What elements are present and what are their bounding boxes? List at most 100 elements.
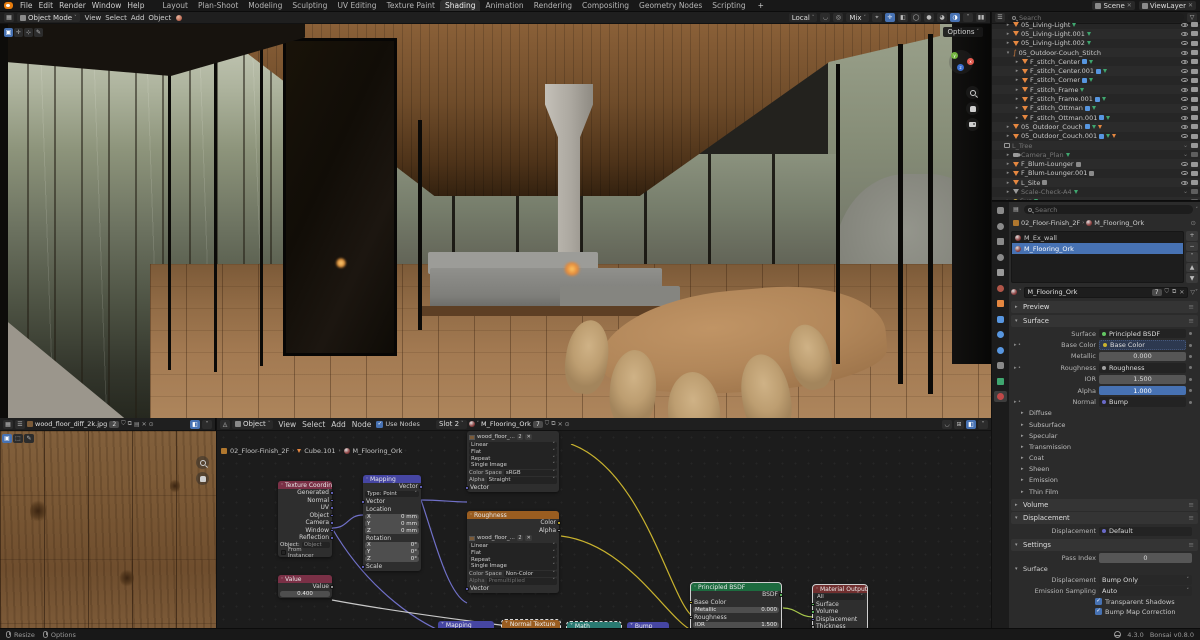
node-header[interactable]: Principled BSDF [691, 583, 781, 591]
viewport-render[interactable]: ▣ ✛ ⊹ ✎ Options˅ x y z [0, 24, 991, 418]
workspace-tab-geometry-nodes[interactable]: Geometry Nodes [634, 0, 707, 11]
unlink-icon[interactable]: ✕ [525, 434, 532, 440]
panel-settings[interactable]: ▾Settings≡ [1011, 539, 1198, 551]
disable-render-icon[interactable] [1191, 87, 1198, 92]
socket-input[interactable] [465, 587, 468, 590]
workspace-tab-texture-paint[interactable]: Texture Paint [382, 0, 440, 11]
animate-dot[interactable] [1189, 389, 1192, 392]
socket-output[interactable] [419, 485, 422, 488]
section-specular[interactable]: ▸Specular [1011, 430, 1198, 441]
properties-tab-constraints[interactable] [994, 360, 1007, 371]
viewport-options-button[interactable]: Options˅ [943, 27, 983, 37]
hide-viewport-icon[interactable] [1181, 116, 1188, 120]
node-stub-mapping[interactable]: ˅ Mapping [438, 621, 494, 628]
node-dropdown[interactable]: Straight˅ [487, 477, 557, 483]
shader-menu-select[interactable]: Select [299, 420, 328, 429]
node-dropdown[interactable]: Repeat˅ [469, 455, 557, 461]
unlink-icon[interactable]: ✕ [558, 421, 563, 428]
hide-viewport-icon[interactable]: ⌄ [1183, 199, 1188, 201]
hide-viewport-icon[interactable] [1181, 69, 1188, 73]
menu-file[interactable]: File [17, 1, 36, 10]
hide-viewport-icon[interactable] [1181, 97, 1188, 101]
hide-viewport-icon[interactable] [1181, 23, 1188, 27]
node-dropdown[interactable]: Flat˅ [469, 448, 557, 454]
disable-render-icon[interactable] [1191, 115, 1198, 120]
outliner-row[interactable]: ▸F_Blum-Lounger [992, 159, 1200, 168]
fake-user-icon[interactable]: ⛉ [1165, 288, 1170, 296]
disable-render-icon[interactable] [1191, 189, 1198, 194]
section-coat[interactable]: ▸Coat [1011, 452, 1198, 463]
disable-render-icon[interactable] [1191, 78, 1198, 83]
node-link-field[interactable]: Principled BSDF [1099, 329, 1186, 339]
expander-icon[interactable]: ▸ [1005, 198, 1011, 201]
node-number-field[interactable]: IOR1.500 [693, 622, 779, 628]
hide-viewport-icon[interactable] [1181, 78, 1188, 82]
socket-input[interactable] [361, 565, 364, 568]
animate-dot[interactable] [1189, 332, 1192, 335]
shader-menu-add[interactable]: Add [328, 420, 349, 429]
disable-render-icon[interactable] [1191, 162, 1198, 167]
socket-output[interactable] [330, 506, 333, 509]
section-sheen[interactable]: ▸Sheen [1011, 464, 1198, 475]
overlays-icon[interactable]: ◧ [966, 420, 976, 429]
socket-output[interactable] [557, 529, 560, 532]
node-number-field[interactable]: Metallic0.000 [693, 607, 779, 613]
pass-index-field[interactable]: 0 [1099, 553, 1192, 563]
mode-dropdown[interactable]: Object Mode ˅ [17, 13, 80, 22]
animate-dot[interactable] [1189, 355, 1192, 358]
node-stub-math[interactable]: ˅ Math [567, 622, 621, 628]
hide-viewport-icon[interactable]: ⌄ [1183, 144, 1188, 148]
properties-options-icon[interactable]: ˅ [1196, 207, 1199, 213]
properties-tab-world[interactable] [994, 283, 1007, 294]
duplicate-icon[interactable]: ⧉ [1172, 288, 1176, 296]
node-dropdown[interactable]: Flat˅ [469, 549, 557, 555]
socket-output[interactable] [330, 536, 333, 539]
duplicate-icon[interactable]: ⧉ [551, 420, 555, 428]
node-texcoord[interactable]: Texture CoordinateGeneratedNormalUVObjec… [278, 481, 332, 557]
expander-icon[interactable]: ▸ [1014, 115, 1020, 121]
hide-viewport-icon[interactable] [1181, 171, 1188, 175]
outliner-row[interactable]: ▸F_stitch_Corner [992, 76, 1200, 85]
outliner-row[interactable]: ▸F_stitch_Center.001 [992, 66, 1200, 75]
emission-sampling-dropdown[interactable]: Auto˅ [1099, 586, 1192, 596]
node-dropdown[interactable]: Non-Color˅ [504, 571, 557, 577]
node-number-field[interactable]: X0° [365, 542, 419, 548]
fake-user-icon[interactable]: ⛉ [545, 420, 550, 428]
workspace-tab-uv-editing[interactable]: UV Editing [332, 0, 381, 11]
shading-wireframe-icon[interactable]: ◯ [911, 13, 921, 22]
menu-help[interactable]: Help [124, 1, 147, 10]
breadcrumb-material[interactable]: M_Flooring_Ork [1094, 219, 1144, 227]
hide-viewport-icon[interactable] [1181, 41, 1188, 45]
camera-view-gizmo[interactable] [966, 118, 979, 131]
node-dropdown[interactable]: Premultiplied˅ [487, 578, 557, 584]
expander-icon[interactable]: ▸ • [1011, 399, 1021, 405]
node-basetex[interactable]: wood_floor_...2✕Linear˅Flat˅Repeat˅Singl… [467, 431, 559, 492]
outliner-row[interactable]: ▸05_Living-Light.001 [992, 29, 1200, 38]
node-dropdown[interactable]: Single Image˅ [469, 563, 557, 569]
disable-render-icon[interactable] [1191, 180, 1198, 185]
node-link-field[interactable]: Bump [1099, 397, 1186, 407]
node-roughtex[interactable]: RoughnessColorAlphawood_floor_...2✕Linea… [467, 511, 559, 593]
expander-icon[interactable]: ▸ [1005, 124, 1011, 130]
disable-render-icon[interactable] [1191, 69, 1198, 74]
linked-input[interactable]: Base Color [1099, 340, 1186, 350]
socket-output[interactable] [557, 521, 560, 524]
outliner-row[interactable]: ▸F_stitch_Frame [992, 85, 1200, 94]
hide-viewport-icon[interactable]: ⌄ [1183, 153, 1188, 157]
shading-rendered-icon[interactable]: ◑ [950, 13, 960, 22]
unlink-icon[interactable]: ✕ [142, 421, 147, 428]
node-dropdown[interactable]: All˅ [815, 594, 865, 600]
viewport-menu-select[interactable]: Select [103, 14, 129, 22]
expander-icon[interactable]: ▾ [1005, 50, 1011, 56]
shader-type-dropdown[interactable]: Object˅ [232, 420, 273, 429]
shading-solid-icon[interactable]: ● [924, 13, 934, 22]
transform-orientation-dropdown[interactable]: Local˅ [789, 13, 818, 22]
remove-slot-button[interactable]: − [1186, 242, 1198, 252]
node-dropdown[interactable]: Repeat˅ [469, 556, 557, 562]
breadcrumb-item[interactable]: M_Flooring_Ork [353, 447, 403, 455]
displacement-field[interactable]: Default [1099, 527, 1192, 537]
workspace-tab-animation[interactable]: Animation [480, 0, 528, 11]
hide-viewport-icon[interactable] [1181, 32, 1188, 36]
expander-icon[interactable]: ▸ [1014, 87, 1020, 93]
hide-viewport-icon[interactable] [1181, 181, 1188, 185]
